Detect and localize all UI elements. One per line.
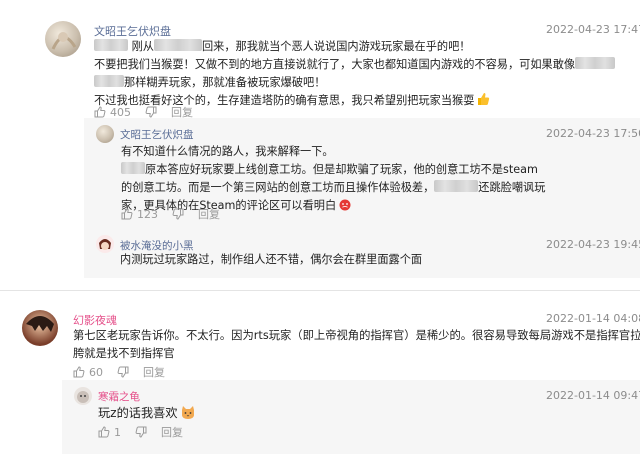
- like-button[interactable]: 1: [98, 426, 121, 439]
- reply-button[interactable]: 回复: [143, 364, 165, 380]
- avatar[interactable]: [22, 310, 58, 346]
- dislike-button[interactable]: [135, 426, 147, 438]
- username[interactable]: 文昭王乞伏炽盘: [120, 127, 194, 142]
- thumb-up-icon: [73, 366, 85, 378]
- comment-line: 不要把我们当猴耍！又做不到的地方直接说就行了，大家也都知道国内游戏的不容易，可如…: [94, 56, 634, 74]
- comment-actions: 60 回复: [73, 364, 179, 380]
- redacted-text: [94, 39, 128, 51]
- like-button[interactable]: 123: [121, 208, 158, 221]
- timestamp: 2022-04-23 19:45: [546, 238, 640, 251]
- comment-line: 的创意工坊。而是一个第三网站的创意工坊而且操作体验极差， 还跳脸嘲讽玩: [121, 179, 546, 194]
- thumb-down-icon: [172, 208, 184, 220]
- comment-line: 第七区老玩家告诉你。不太行。因为rts玩家（即上帝视角的指挥官）是稀少的。很容易…: [73, 329, 640, 342]
- dislike-button[interactable]: [172, 208, 184, 220]
- comment-text: 内测玩过玩家路过，制作组人还不错，偶尔会在群里面露个面: [120, 253, 423, 266]
- reply-button[interactable]: 回复: [161, 424, 183, 440]
- comment-line: 有不知道什么情况的路人，我来解释一下。: [121, 145, 334, 158]
- comment-line: 刚从 回来，那我就当个恶人说说国内游戏玩家最在乎的吧！: [94, 38, 634, 56]
- like-button[interactable]: 405: [94, 106, 131, 119]
- dislike-button[interactable]: [117, 366, 129, 378]
- comment-line: 原本答应好玩家要上线创意工坊。但是却欺骗了玩家，他的创意工坊不是steam: [121, 161, 631, 179]
- thumb-up-icon: [94, 106, 106, 118]
- redacted-text: [575, 56, 616, 69]
- thumb-down-icon: [145, 106, 157, 118]
- redacted-text: [94, 74, 124, 87]
- like-button[interactable]: 60: [73, 366, 103, 379]
- avatar[interactable]: [74, 387, 92, 405]
- avatar[interactable]: [96, 235, 114, 253]
- timestamp: 2022-01-14 04:08: [546, 312, 640, 325]
- reply-button[interactable]: 回复: [198, 206, 220, 222]
- avatar-art: [77, 391, 89, 403]
- comment-text: 第七区老玩家告诉你。不太行。因为rts玩家（即上帝视角的指挥官）是稀少的。很容易…: [73, 327, 640, 363]
- comment-actions: 1 回复: [98, 424, 197, 440]
- avatar-art: [51, 32, 77, 50]
- avatar-art: [99, 239, 111, 250]
- avatar[interactable]: [45, 21, 81, 57]
- thumb-up-icon: [98, 426, 110, 438]
- username[interactable]: 文昭王乞伏炽盘: [94, 23, 171, 39]
- divider: [0, 290, 640, 291]
- avatar[interactable]: [96, 125, 114, 143]
- comment-text: 刚从 回来，那我就当个恶人说说国内游戏玩家最在乎的吧！ 不要把我们当猴耍！又做不到…: [94, 38, 634, 112]
- comment-actions: 123 回复: [121, 206, 234, 222]
- thumb-down-icon: [135, 426, 147, 438]
- emoji-red-face-icon: [339, 199, 351, 217]
- redacted-text: [434, 179, 479, 192]
- comment-line: 那样糊弄玩家，那就准备被玩家爆破吧！: [94, 74, 634, 92]
- timestamp: 2022-04-23 17:50: [546, 127, 640, 140]
- timestamp: 2022-04-23 17:47: [546, 23, 640, 36]
- dislike-button[interactable]: [145, 106, 157, 118]
- username[interactable]: 寒霜之龟: [98, 389, 140, 404]
- thumb-up-icon: [121, 208, 133, 220]
- timestamp: 2022-01-14 09:47: [546, 389, 640, 402]
- redacted-text: [153, 39, 202, 51]
- comment-line: 胯就是找不到指挥官: [73, 347, 175, 361]
- avatar-art: [26, 316, 54, 332]
- redacted-text: [121, 161, 145, 174]
- username[interactable]: 幻影夜魂: [73, 312, 117, 328]
- emoji-thumbs-up-icon: [476, 92, 490, 112]
- thumb-down-icon: [117, 366, 129, 378]
